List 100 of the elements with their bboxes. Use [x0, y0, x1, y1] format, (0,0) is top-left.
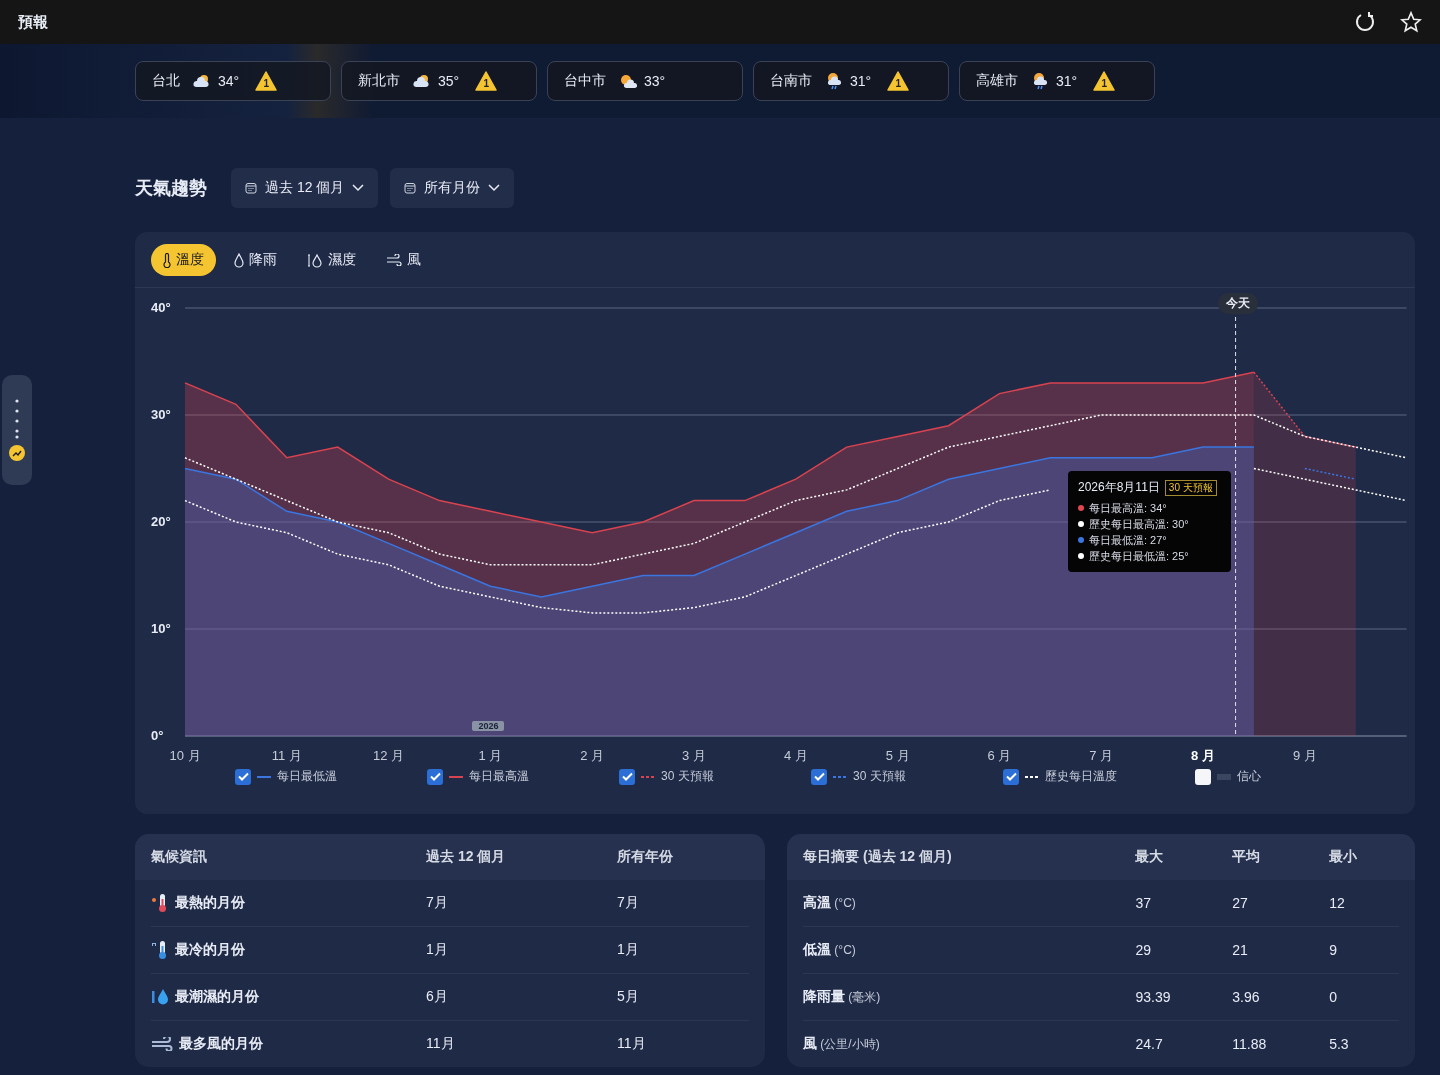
table-cell: 11月 — [426, 1035, 455, 1051]
city-chip[interactable]: 台中市 33° — [547, 61, 743, 101]
legend-checkbox[interactable] — [235, 768, 251, 785]
warning-badge: 1 — [887, 71, 910, 91]
city-chip[interactable]: 新北市 35° 1 — [341, 61, 537, 101]
legend-checkbox[interactable] — [1195, 768, 1211, 785]
dots-icon — [15, 399, 19, 439]
legend-checkbox[interactable] — [811, 768, 827, 785]
column-header: 最大 — [1135, 848, 1165, 866]
tooltip-value: 歷史每日最低溫: 25° — [1089, 549, 1189, 564]
legend-label: 每日最低溫 — [277, 768, 337, 785]
legend-checkbox[interactable] — [427, 768, 443, 785]
legend-label: 每日最高溫 — [469, 768, 529, 785]
y-tick-label: 20° — [151, 514, 171, 529]
tooltip-value: 歷史每日最高溫: 30° — [1089, 517, 1189, 532]
table-cell: 5.3 — [1329, 1036, 1349, 1052]
droplet-icon — [151, 987, 169, 1007]
table-cell: 0 — [1329, 989, 1337, 1005]
x-tick-label: 2 月 — [580, 748, 605, 763]
page-title: 預報 — [18, 12, 49, 32]
x-tick-label: 5 月 — [885, 748, 910, 763]
table-cell: 37 — [1135, 895, 1151, 911]
warning-badge: 1 — [475, 71, 498, 91]
tooltip-value: 每日最高溫: 34° — [1089, 501, 1167, 516]
column-header: 所有年份 — [617, 848, 674, 866]
column-header: 平均 — [1232, 848, 1262, 866]
row-label: 最潮濕的月份 — [175, 988, 259, 1006]
period-dropdown[interactable]: 過去 12 個月 — [231, 168, 379, 208]
table-cell: 1月 — [617, 941, 639, 957]
x-tick-label: 8 月 — [1191, 748, 1215, 763]
table-cell: 24.7 — [1135, 1036, 1163, 1052]
refresh-icon[interactable] — [1354, 11, 1376, 33]
row-label: 最熱的月份 — [175, 894, 245, 912]
x-tick-label: 4 月 — [783, 748, 808, 763]
row-label: 最多風的月份 — [179, 1035, 263, 1053]
side-handle[interactable] — [2, 375, 32, 485]
row-label: 高溫 (°C) — [803, 896, 856, 910]
today-label: 今天 — [1217, 293, 1258, 314]
warning-badge: 1 — [1093, 71, 1116, 91]
table-cell: 11月 — [617, 1035, 646, 1051]
star-icon[interactable] — [1400, 11, 1422, 33]
row-label: 降雨量 (毫米) — [803, 990, 881, 1004]
table-cell: 5月 — [617, 988, 639, 1004]
tooltip-value: 每日最低溫: 27° — [1089, 533, 1167, 548]
wind-icon — [386, 254, 402, 266]
tooltip-date: 2026年8月11日 — [1078, 479, 1160, 496]
y-tick-label: 30° — [151, 407, 171, 422]
x-tick-label: 7 月 — [1089, 748, 1114, 763]
table-cell: 1月 — [426, 941, 448, 957]
chart-badge-icon — [9, 445, 25, 461]
x-tick-label: 6 月 — [987, 748, 1012, 763]
forecast-badge: 30 天預報 — [1164, 479, 1217, 496]
year-tag: 2026 — [472, 721, 505, 731]
city-chip[interactable]: 台北 34° 1 — [135, 61, 331, 101]
x-tick-label: 1 月 — [478, 748, 503, 763]
chevron-down-icon — [488, 184, 501, 192]
calendar-icon — [404, 182, 417, 194]
section-title: 天氣趨勢 — [135, 177, 207, 200]
warning-badge: 1 — [255, 71, 278, 91]
column-header: 最小 — [1329, 848, 1359, 866]
hot-thermometer-icon — [151, 893, 169, 913]
metric-tab[interactable]: 溫度 — [151, 244, 216, 276]
partly-cloudy-icon — [412, 73, 432, 89]
y-tick-label: 0° — [151, 728, 164, 743]
city-chip[interactable]: 高雄市 31° 1 — [959, 61, 1155, 101]
partly-cloudy-icon — [192, 73, 212, 89]
table-cell: 27 — [1232, 895, 1248, 911]
column-header: 過去 12 個月 — [426, 848, 507, 866]
table-cell: 9 — [1329, 942, 1337, 958]
table-cell: 93.39 — [1135, 989, 1171, 1005]
metric-tab[interactable]: 風 — [374, 244, 433, 276]
city-chip[interactable]: 台南市 31° 1 — [753, 61, 949, 101]
x-tick-label: 9 月 — [1292, 748, 1317, 763]
column-header: 氣候資訊 — [151, 848, 208, 866]
calendar-icon — [245, 182, 257, 194]
droplet-icon — [234, 252, 244, 268]
legend-label: 信心 — [1237, 768, 1261, 785]
legend-checkbox[interactable] — [1003, 768, 1019, 785]
y-tick-label: 10° — [151, 621, 171, 636]
table-cell: 3.96 — [1232, 989, 1260, 1005]
metric-tab[interactable]: 降雨 — [222, 244, 289, 276]
column-header: 每日摘要 (過去 12 個月) — [803, 848, 953, 866]
metric-tab[interactable]: 濕度 — [295, 244, 368, 276]
period-dropdown[interactable]: 所有月份 — [390, 168, 515, 208]
row-label: 最冷的月份 — [175, 941, 245, 959]
x-tick-label: 3 月 — [682, 748, 706, 763]
legend-checkbox[interactable] — [619, 768, 635, 785]
table-cell: 12 — [1329, 895, 1345, 911]
humidity-icon — [307, 252, 323, 268]
row-label: 低溫 (°C) — [803, 943, 856, 957]
x-tick-label: 10 月 — [169, 748, 201, 763]
x-tick-label: 11 月 — [271, 748, 302, 763]
thermometer-icon — [163, 252, 171, 268]
table-cell: 21 — [1232, 942, 1248, 958]
table-cell: 29 — [1135, 942, 1151, 958]
x-tick-label: 12 月 — [373, 748, 405, 763]
row-label: 風 (公里/小時) — [803, 1037, 880, 1051]
y-tick-label: 40° — [151, 300, 171, 315]
wind-icon — [151, 1037, 173, 1051]
legend-label: 30 天預報 — [661, 768, 714, 785]
